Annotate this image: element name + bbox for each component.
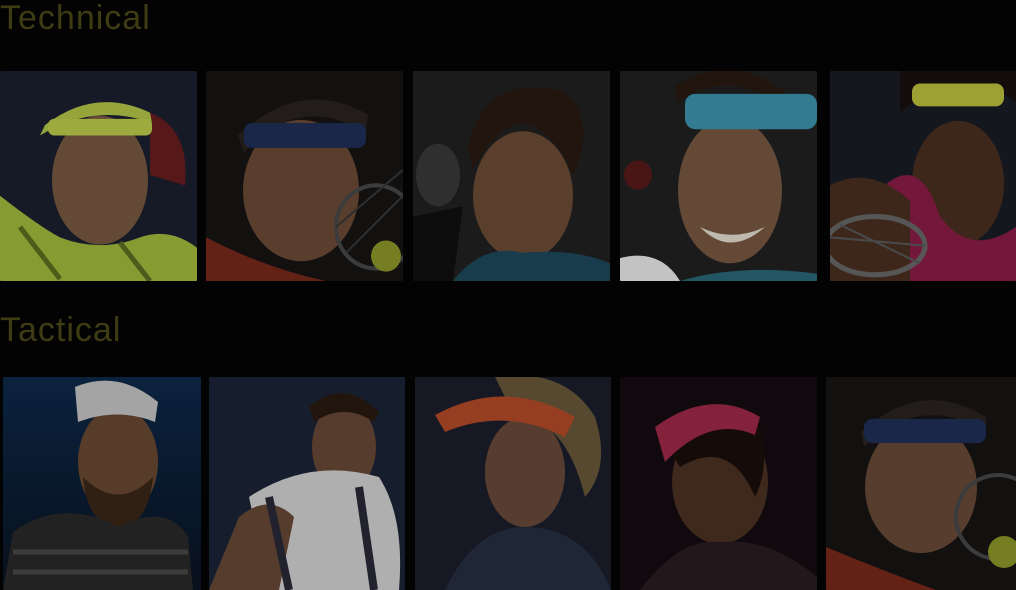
- player-card[interactable]: [620, 71, 817, 281]
- player-photo: [413, 71, 610, 281]
- player-card[interactable]: [826, 377, 1016, 590]
- section-title-tactical: Tactical: [0, 311, 122, 349]
- player-card[interactable]: [206, 71, 403, 281]
- player-card[interactable]: [3, 377, 201, 590]
- player-card[interactable]: [209, 377, 405, 590]
- player-photo: [206, 71, 403, 281]
- player-card[interactable]: [620, 377, 817, 590]
- player-photo: [0, 71, 197, 281]
- player-card[interactable]: [0, 71, 197, 281]
- player-photo: [3, 377, 201, 590]
- player-card[interactable]: [830, 71, 1016, 281]
- player-card[interactable]: [413, 71, 610, 281]
- player-photo: [415, 377, 611, 590]
- technical-row: [0, 71, 1016, 281]
- player-photo: [620, 71, 817, 281]
- player-photo: [620, 377, 817, 590]
- section-title-technical: Technical: [0, 0, 151, 37]
- player-photo: [209, 377, 405, 590]
- page: Technical Tactical: [0, 0, 1016, 590]
- player-card[interactable]: [415, 377, 611, 590]
- tactical-row: [0, 377, 1016, 590]
- player-photo: [826, 377, 1016, 590]
- player-photo: [830, 71, 1016, 281]
